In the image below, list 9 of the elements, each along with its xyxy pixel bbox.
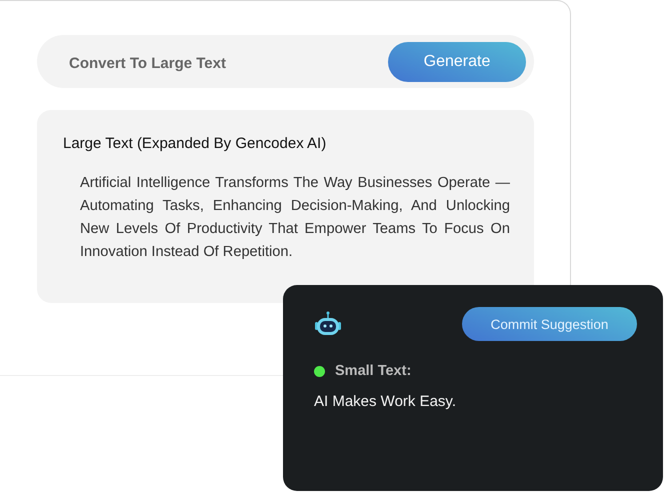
result-title: Large Text (Expanded By Gencodex AI)	[63, 135, 328, 152]
robot-icon	[314, 311, 342, 337]
generate-button[interactable]: Generate	[388, 42, 526, 82]
small-text-label: Small Text:	[335, 363, 412, 379]
result-text: Artificial Intelligence Transforms The Way Businesses Operate — Automating Tasks, Enhancing Decision-Making, And Unlocking New Levels Of Productivity That Empower Teams To Focus On Innovation Instead Of Repetition.	[80, 174, 510, 262]
prompt-text: Convert To Large Text	[69, 54, 226, 72]
status-dot	[314, 366, 325, 376]
commit-suggestion-button[interactable]: Commit Suggestion	[462, 307, 637, 341]
small-text: AI Makes Work Easy.	[314, 393, 457, 410]
